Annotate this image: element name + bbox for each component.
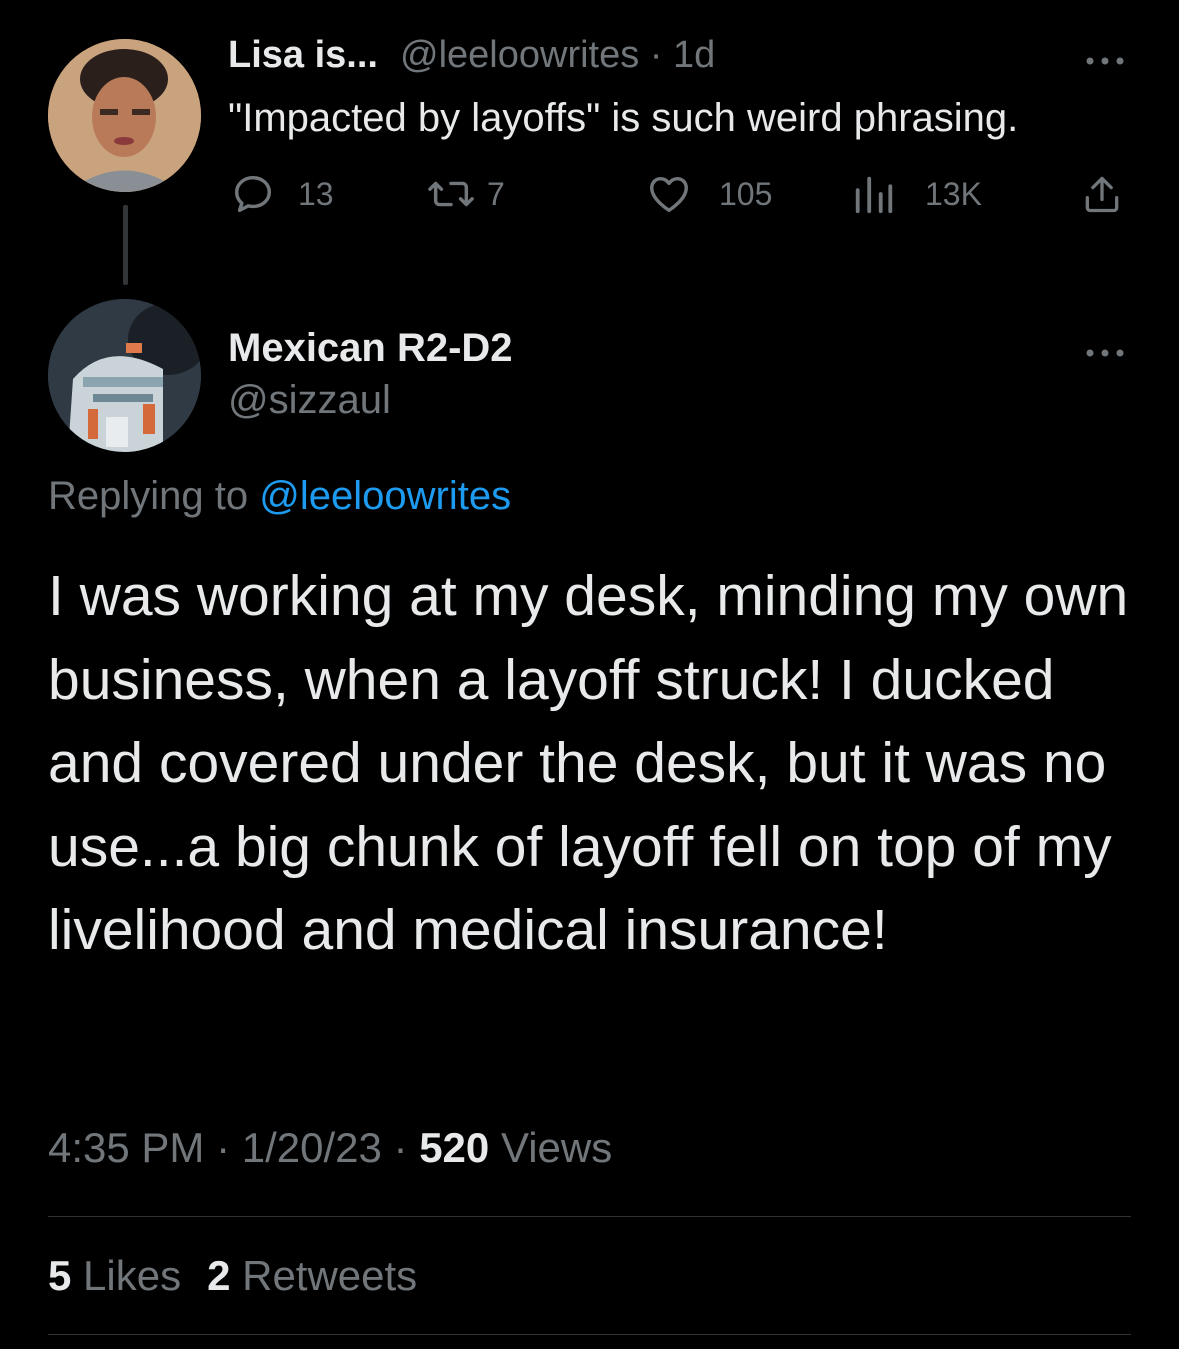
share-icon: [1085, 176, 1119, 213]
thread-connector-line: [123, 205, 128, 285]
replying-prefix: Replying to: [48, 474, 249, 518]
divider: [48, 1334, 1131, 1335]
like-count: 105: [719, 175, 773, 212]
views-count: 13K: [925, 175, 982, 212]
main-handle[interactable]: @sizzaul: [228, 378, 391, 423]
main-avatar[interactable]: [48, 299, 201, 452]
views-action[interactable]: 13K: [853, 170, 982, 218]
parent-avatar[interactable]: [48, 39, 201, 192]
parent-tweet-text: "Impacted by layoffs" is such weird phra…: [228, 96, 1019, 140]
share-action[interactable]: [1080, 170, 1124, 218]
divider: [48, 1216, 1131, 1217]
heart-icon: [650, 176, 688, 213]
like-action[interactable]: 105: [645, 170, 772, 218]
retweet-action[interactable]: 7: [425, 170, 505, 218]
main-display-name[interactable]: Mexican R2-D2: [228, 326, 513, 371]
reply-icon: [234, 175, 272, 213]
analytics-icon: [855, 176, 893, 214]
parent-handle-time[interactable]: @leeloowrites · 1d: [400, 34, 715, 77]
retweet-icon: [428, 181, 474, 207]
replying-to: Replying to @leeloowrites: [48, 474, 511, 519]
retweets-count: 2: [207, 1252, 231, 1299]
likes-count: 5: [48, 1252, 72, 1299]
more-horizontal-icon[interactable]: [1085, 338, 1125, 359]
likes-label: Likes: [71, 1252, 182, 1299]
retweets-stat[interactable]: 2 Retweets: [207, 1252, 417, 1299]
engagement-stats: 5 Likes 2 Retweets: [48, 1252, 417, 1300]
views-label: Views: [489, 1124, 613, 1171]
retweet-count: 7: [487, 175, 505, 212]
timestamp[interactable]: 4:35 PM · 1/20/23 ·: [48, 1124, 419, 1171]
replying-handle-link[interactable]: @leeloowrites: [259, 474, 511, 518]
views-count-main: 520: [419, 1124, 490, 1171]
retweets-label: Retweets: [230, 1252, 418, 1299]
parent-display-name[interactable]: Lisa is...: [228, 34, 378, 77]
reply-action[interactable]: 13: [230, 170, 334, 218]
reply-count: 13: [298, 175, 334, 212]
likes-stat[interactable]: 5 Likes: [48, 1252, 181, 1299]
tweet-metadata: 4:35 PM · 1/20/23 · 520 Views: [48, 1124, 612, 1172]
more-horizontal-icon[interactable]: [1085, 46, 1125, 67]
main-tweet-text: I was working at my desk, minding my own…: [48, 564, 1129, 962]
